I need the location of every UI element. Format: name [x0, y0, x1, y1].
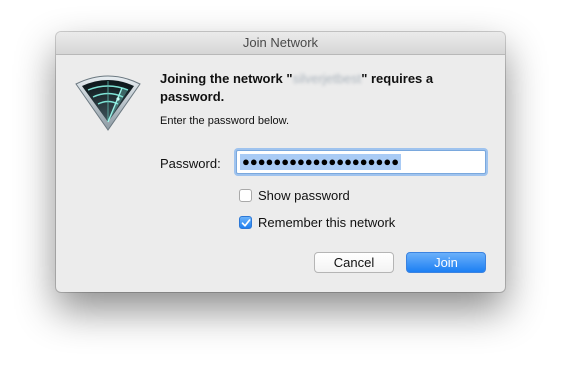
show-password-box[interactable]	[239, 189, 252, 202]
remember-network-box[interactable]	[239, 216, 252, 229]
password-label: Password:	[160, 156, 221, 171]
cancel-button[interactable]: Cancel	[314, 252, 394, 273]
show-password-label: Show password	[258, 188, 350, 203]
remember-network-label: Remember this network	[258, 215, 396, 230]
dialog-heading: Joining the network "silverjetbest" requ…	[160, 70, 490, 106]
desktop-background: Join Network Joining the network "silver…	[0, 0, 562, 372]
password-value: ●●●●●●●●●●●●●●●●●●●●	[240, 154, 402, 170]
window-title: Join Network	[242, 35, 319, 50]
network-name: silverjetbest	[292, 71, 362, 86]
checkmark-icon	[241, 219, 251, 227]
join-button[interactable]: Join	[406, 252, 486, 273]
heading-prefix: Joining the network "	[160, 71, 293, 86]
instruction-text: Enter the password below.	[160, 115, 290, 127]
wifi-radar-icon	[74, 72, 142, 132]
title-bar[interactable]: Join Network	[56, 32, 505, 55]
join-network-dialog: Join Network Joining the network "silver…	[56, 32, 505, 292]
password-field[interactable]: ●●●●●●●●●●●●●●●●●●●●	[236, 150, 486, 174]
